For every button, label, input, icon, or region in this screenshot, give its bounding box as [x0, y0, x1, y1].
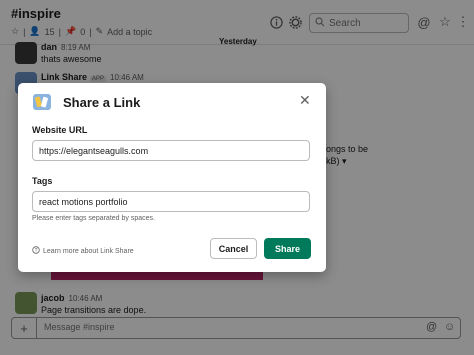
learn-more-text[interactable]: Learn more about Link Share	[43, 248, 134, 255]
share-link-modal: Share a Link ✕ Website URL Tags Please e…	[18, 83, 326, 272]
close-icon[interactable]: ✕	[299, 92, 311, 109]
tags-field[interactable]	[32, 191, 310, 212]
tags-hint: Please enter tags separated by spaces.	[32, 215, 155, 222]
slack-app: #inspire ☆ | 👤 15 | 📌 0 | ✎ Add a topic …	[0, 0, 474, 355]
share-button[interactable]: Share	[264, 238, 311, 259]
learn-more-link[interactable]: ? Learn more about Link Share	[32, 246, 134, 256]
url-field[interactable]	[32, 140, 310, 161]
link-share-app-icon	[32, 92, 52, 112]
modal-title: Share a Link	[63, 95, 141, 110]
cancel-button[interactable]: Cancel	[210, 238, 257, 259]
tags-label: Tags	[32, 176, 53, 186]
url-label: Website URL	[32, 125, 88, 135]
help-icon: ?	[32, 246, 40, 256]
svg-text:?: ?	[35, 248, 38, 254]
